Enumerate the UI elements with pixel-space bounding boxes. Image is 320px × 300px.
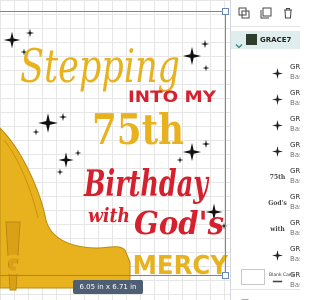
design-artwork[interactable]: Stepping INTO MY 75th Birthday with God'…	[0, 0, 230, 300]
selection-border-bottom	[0, 275, 226, 276]
layer-type: Bas	[290, 73, 300, 81]
layer-name: GRA	[290, 89, 300, 97]
sparkle-icon	[271, 146, 284, 157]
sparkle-icon	[271, 68, 284, 79]
title-75th: 75th	[92, 105, 184, 154]
title-gods: God's	[134, 204, 224, 242]
layer-row[interactable]: with GRA Bas	[231, 216, 300, 242]
text-icon: with	[270, 226, 285, 233]
layers-toolbar	[231, 0, 300, 27]
layer-type: Bas	[290, 99, 300, 107]
layer-name: GRA	[290, 115, 300, 123]
design-canvas[interactable]: Stepping INTO MY 75th Birthday with God'…	[0, 0, 230, 300]
attach-icon[interactable]	[241, 292, 249, 300]
resize-handle-bottom-right[interactable]	[222, 272, 229, 279]
title-birthday: Birthday	[83, 163, 209, 205]
size-readout: 6.05 in x 6.71 in	[73, 280, 143, 294]
layer-type: Bas	[290, 255, 300, 263]
chevron-down-icon[interactable]	[235, 35, 243, 54]
layer-type: Bas	[290, 229, 300, 237]
stars-icon	[271, 120, 284, 131]
selection-border-right	[225, 11, 226, 276]
layer-type: Bas	[290, 203, 300, 211]
layer-row[interactable]: GRA Bas	[231, 112, 300, 138]
sparkle-icon	[271, 250, 284, 261]
layer-name: GRA	[290, 63, 300, 71]
layer-group-row[interactable]: GRACE7	[231, 31, 300, 49]
duplicate-icon[interactable]	[259, 6, 273, 20]
blank-canvas-swatch[interactable]	[241, 269, 265, 285]
group-icon[interactable]	[237, 6, 251, 20]
sparkle-icon	[271, 94, 284, 105]
group-name: GRACE7	[260, 36, 292, 44]
blank-canvas-row[interactable]: Blank Canv	[231, 266, 300, 288]
layer-type: Bas	[290, 151, 300, 159]
layer-type: Bas	[290, 125, 300, 133]
layer-name: GRA	[290, 219, 300, 227]
layer-name: GRA	[290, 141, 300, 149]
layer-name: GRA	[290, 167, 300, 175]
layers-panel: GRACE7 GRA Bas GRA Bas GRA Bas GRA Bas 75th GRA Ba…	[230, 0, 300, 300]
resize-handle-top-right[interactable]	[222, 8, 229, 15]
layer-type: Bas	[290, 177, 300, 185]
flatten-icon[interactable]	[261, 292, 269, 300]
blank-canvas-label: Blank Canv	[269, 273, 295, 278]
text-icon: God's	[268, 200, 287, 207]
layers-bottom-bar	[231, 289, 300, 300]
title-with: with	[88, 203, 130, 227]
layer-row[interactable]: GRA Bas	[231, 60, 300, 86]
layer-row[interactable]: GRA Bas	[231, 86, 300, 112]
group-thumbnail	[246, 34, 257, 45]
layer-row[interactable]: 75th GRA Bas	[231, 164, 300, 190]
delete-icon[interactable]	[281, 6, 295, 20]
title-stepping: Stepping	[20, 39, 180, 93]
layer-name: GRA	[290, 193, 300, 201]
selection-border-top	[0, 11, 226, 12]
text-icon: 75th	[269, 174, 286, 181]
layer-name: GRA	[290, 245, 300, 253]
layer-row[interactable]: GRA Bas	[231, 242, 300, 268]
layer-row[interactable]: GRA Bas	[231, 138, 300, 164]
title-into-my: INTO MY	[128, 87, 216, 106]
layer-row[interactable]: God'sGRA Bas	[231, 190, 300, 216]
title-grace-mercy: GRACE & MERCY	[2, 251, 229, 281]
